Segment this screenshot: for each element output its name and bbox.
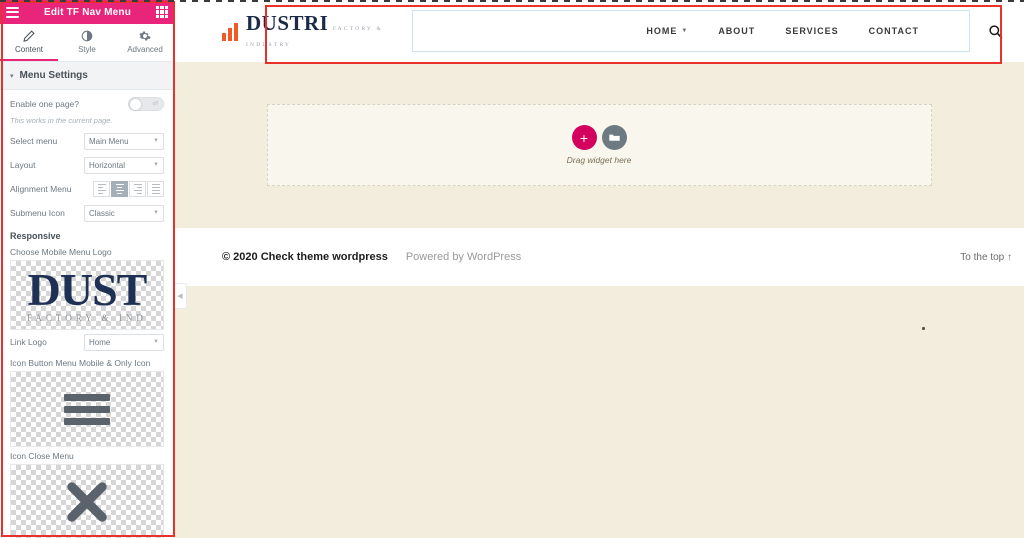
control-enable-one-page: Enable one page? off (10, 92, 164, 116)
section-title: Menu Settings (19, 70, 88, 81)
control-select-menu: Select menu Main Menu ▼ (10, 129, 164, 153)
chevron-down-icon: ▼ (153, 138, 159, 144)
dropzone-area: + Drag widget here (174, 62, 1024, 228)
add-widget-button[interactable]: + (571, 125, 597, 150)
control-layout: Layout Horizontal ▼ (10, 153, 164, 177)
footer-copyright: © 2020 Check theme wordpress (222, 251, 388, 263)
mobile-logo-preview[interactable]: DUST FACTORY & IND (10, 260, 164, 330)
icon-close-menu-label: Icon Close Menu (10, 451, 74, 461)
chevron-down-icon: ▼ (153, 210, 159, 216)
enable-one-page-hint: This works in the current page. (10, 116, 113, 125)
tab-style[interactable]: Style (58, 24, 116, 61)
select-menu-value: Main Menu (89, 136, 129, 146)
chevron-down-icon: ▼ (153, 339, 159, 345)
grid-icon[interactable] (156, 6, 168, 18)
controls-list: Enable one page? off This works in the c… (0, 90, 174, 538)
panel-body: ▾ Menu Settings Enable one page? off Thi… (0, 62, 174, 538)
stray-dot-marker (922, 327, 925, 330)
template-library-button[interactable] (601, 125, 627, 150)
panel-collapse-handle[interactable]: ◀ (174, 283, 187, 309)
mobile-logo-primary-text: DUST (27, 264, 148, 315)
enable-one-page-toggle[interactable]: off (128, 97, 164, 111)
canvas-bottom-area (174, 286, 1024, 466)
widget-dropzone[interactable]: + Drag widget here (266, 104, 932, 186)
align-left-button[interactable] (93, 181, 110, 197)
hamburger-icon (64, 393, 110, 425)
alignment-button-group (93, 181, 164, 197)
mobile-logo-label: Choose Mobile Menu Logo (10, 247, 112, 257)
panel-tabs: Content Style Advanced (0, 24, 174, 62)
alignment-menu-label: Alignment Menu (10, 184, 72, 194)
to-the-top-link[interactable]: To the top ↑ (960, 252, 1016, 263)
select-menu-label: Select menu (10, 136, 58, 146)
control-link-logo: Link Logo Home ▼ (10, 330, 164, 354)
chevron-down-icon: ▼ (681, 28, 689, 34)
nav-menu-widget[interactable]: HOME ▼ ABOUT SERVICES CONTACT (412, 10, 970, 52)
align-right-button[interactable] (129, 181, 146, 197)
site-header: DUSTRI FACTORY & INDUSTRY HOME ▼ ABOUT S… (174, 0, 1024, 62)
search-button[interactable] (982, 24, 1008, 39)
toggle-knob (130, 99, 141, 110)
tab-advanced[interactable]: Advanced (116, 24, 174, 61)
tab-content-label: Content (14, 44, 44, 54)
layout-dropdown[interactable]: Horizontal ▼ (84, 156, 164, 174)
mobile-logo-image: DUST FACTORY & IND (27, 267, 147, 323)
tab-style-label: Style (78, 44, 96, 54)
link-logo-value: Home (89, 337, 111, 347)
site-logo-name: DUSTRI (246, 10, 329, 35)
dropzone-text: Drag widget here (566, 155, 632, 165)
search-icon (988, 24, 1002, 38)
icon-close-menu-preview[interactable] (10, 464, 164, 538)
link-logo-dropdown[interactable]: Home ▼ (84, 333, 164, 351)
submenu-icon-dropdown[interactable]: Classic ▼ (84, 204, 164, 222)
elementor-editor-screen: Edit TF Nav Menu Content Style Advanced … (0, 0, 1024, 538)
submenu-icon-label: Submenu Icon (10, 208, 65, 218)
enable-one-page-label: Enable one page? (10, 99, 80, 109)
nav-item-home-label: HOME (646, 26, 678, 36)
pencil-icon (23, 29, 35, 42)
chevron-down-icon: ▼ (153, 162, 159, 168)
tab-content[interactable]: Content (0, 24, 58, 61)
hamburger-icon[interactable] (6, 6, 19, 18)
gear-icon (139, 31, 151, 40)
bar-chart-icon (222, 21, 238, 41)
responsive-heading: Responsive (10, 231, 61, 241)
preview-canvas: DUSTRI FACTORY & INDUSTRY HOME ▼ ABOUT S… (174, 0, 1024, 538)
align-justify-button[interactable] (147, 181, 164, 197)
nav-item-home[interactable]: HOME ▼ (646, 26, 688, 36)
site-logo-text: DUSTRI FACTORY & INDUSTRY (246, 10, 412, 50)
dropzone-buttons: + (571, 125, 627, 150)
folder-icon (608, 134, 620, 141)
control-submenu-icon: Submenu Icon Classic ▼ (10, 201, 164, 225)
icon-button-menu-label: Icon Button Menu Mobile & Only Icon (10, 358, 151, 368)
nav-item-contact[interactable]: CONTACT (869, 26, 919, 36)
contrast-icon (81, 30, 93, 41)
icon-button-menu-preview[interactable] (10, 371, 164, 447)
align-center-button[interactable] (111, 181, 128, 197)
dashed-top-border (0, 0, 1024, 2)
nav-item-about[interactable]: ABOUT (718, 26, 755, 36)
footer-powered-by: Powered by WordPress (405, 251, 522, 263)
site-logo[interactable]: DUSTRI FACTORY & INDUSTRY (222, 10, 412, 50)
control-alignment-menu: Alignment Menu (10, 177, 164, 201)
layout-label: Layout (10, 160, 36, 170)
tab-advanced-label: Advanced (127, 44, 163, 54)
chevron-left-icon: ◀ (177, 293, 183, 300)
site-footer: © 2020 Check theme wordpress Powered by … (174, 228, 1024, 286)
mobile-logo-secondary-text: FACTORY & IND (27, 313, 147, 323)
toggle-state: off (152, 101, 158, 107)
nav-item-services[interactable]: SERVICES (785, 26, 838, 36)
close-x-icon (67, 482, 107, 522)
section-menu-settings[interactable]: ▾ Menu Settings (0, 62, 174, 90)
layout-value: Horizontal (89, 160, 126, 170)
submenu-icon-value: Classic (89, 208, 115, 218)
link-logo-label: Link Logo (10, 337, 47, 347)
chevron-down-icon: ▾ (10, 72, 14, 80)
select-menu-dropdown[interactable]: Main Menu ▼ (84, 132, 164, 150)
panel-title: Edit TF Nav Menu (43, 6, 132, 18)
elementor-panel: Edit TF Nav Menu Content Style Advanced … (0, 0, 174, 538)
panel-header: Edit TF Nav Menu (0, 0, 174, 24)
